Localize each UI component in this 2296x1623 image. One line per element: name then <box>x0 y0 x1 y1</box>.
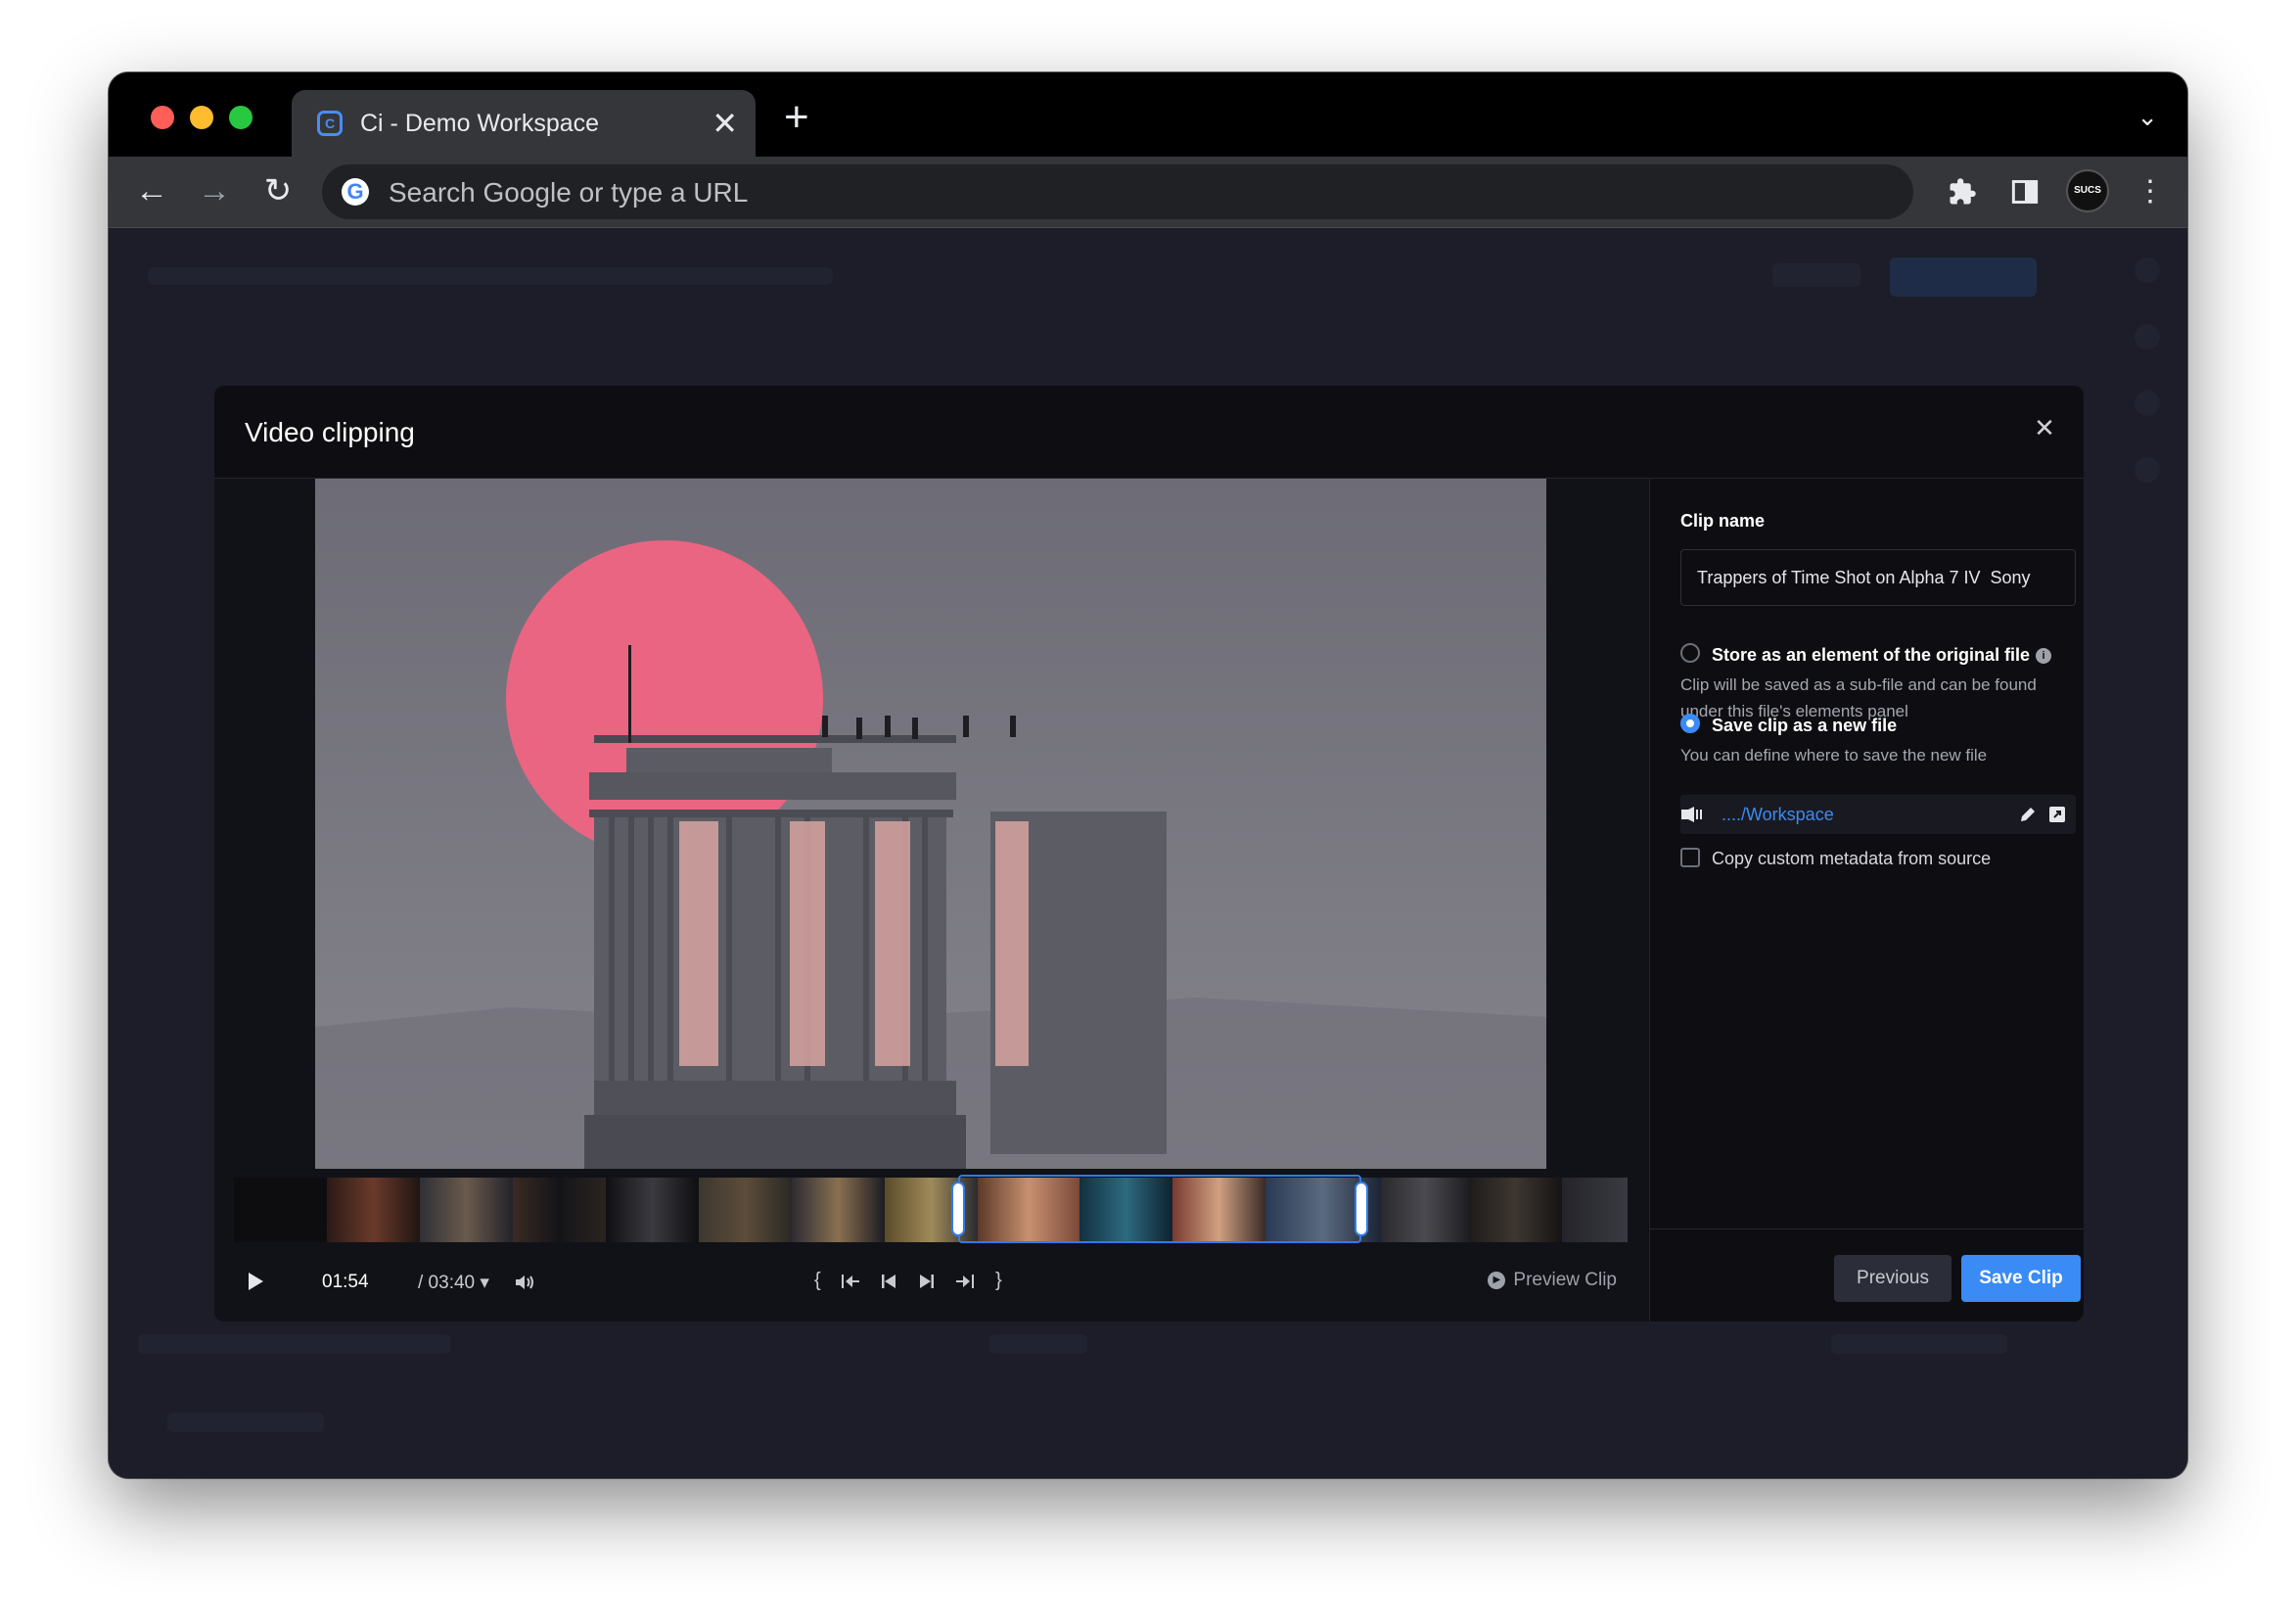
timeline-frame <box>513 1178 606 1242</box>
video-clipping-modal: Video clipping ✕ 01:54 / 03:40 ▾ {} ▶ P… <box>214 386 2084 1322</box>
save-as-new-file-radio[interactable] <box>1680 714 1700 733</box>
total-time: / 03:40 <box>418 1273 476 1293</box>
modal-header: Video clipping ✕ <box>214 386 2084 479</box>
google-logo-icon: G <box>342 178 369 206</box>
side-panel-icon[interactable] <box>2001 168 2048 215</box>
store-as-element-label: Store as an element of the original file <box>1712 645 2031 665</box>
clip-selection-range[interactable] <box>958 1175 1361 1243</box>
more-menu-icon[interactable]: ⋮ <box>2127 168 2174 215</box>
save-as-new-file-description: You can define where to save the new fil… <box>1680 746 1988 765</box>
maximize-window-button[interactable] <box>229 106 253 129</box>
browser-window: C Ci - Demo Workspace ✕ + ⌄ ← → ↻ G SUCS… <box>109 72 2187 1478</box>
tab-close-icon[interactable]: ✕ <box>712 104 738 143</box>
preview-clip-label: Preview Clip <box>1513 1270 1617 1290</box>
timeline-frame <box>327 1178 420 1242</box>
timeline-frame <box>234 1178 327 1242</box>
previous-frame-icon[interactable] <box>881 1273 896 1290</box>
url-input[interactable] <box>387 174 1859 211</box>
clip-name-label: Clip name <box>1680 511 1766 531</box>
copy-metadata-label: Copy custom metadata from source <box>1712 849 1992 868</box>
store-as-element-radio[interactable] <box>1680 643 1700 663</box>
address-bar[interactable]: G <box>322 164 1913 219</box>
tab-strip: C Ci - Demo Workspace ✕ + ⌄ <box>109 72 2187 157</box>
video-preview[interactable] <box>315 479 1546 1169</box>
timeline-frame <box>1562 1178 1628 1242</box>
browser-tab[interactable]: C Ci - Demo Workspace ✕ <box>292 90 756 157</box>
reload-icon[interactable]: ↻ <box>253 166 302 215</box>
go-to-in-point-icon[interactable] <box>841 1273 860 1290</box>
store-as-element-title: Store as an element of the original file… <box>1712 645 2052 666</box>
play-icon[interactable] <box>247 1272 264 1291</box>
timeline-frame <box>699 1178 792 1242</box>
preview-play-icon: ▶ <box>1488 1271 1506 1289</box>
next-frame-icon[interactable] <box>919 1273 935 1290</box>
go-to-out-point-icon[interactable] <box>955 1273 975 1290</box>
forward-arrow-icon[interactable]: → <box>190 166 239 215</box>
modal-footer: Previous Save Clip <box>1650 1229 2084 1322</box>
new-tab-icon[interactable]: + <box>784 96 809 139</box>
extensions-puzzle-icon[interactable] <box>1939 168 1986 215</box>
tab-title: Ci - Demo Workspace <box>360 110 600 137</box>
tab-search-chevron-icon[interactable]: ⌄ <box>2136 102 2158 132</box>
timeline-frame <box>420 1178 513 1242</box>
info-icon[interactable]: i <box>2036 648 2052 665</box>
timeline-frame <box>792 1178 885 1242</box>
timeline-frame <box>606 1178 699 1242</box>
clip-name-input[interactable] <box>1680 549 2076 606</box>
set-in-point-icon[interactable]: { <box>814 1270 821 1292</box>
clip-settings-panel: Clip name Store as an element of the ori… <box>1649 479 2084 1322</box>
pencil-icon[interactable] <box>2018 805 2038 824</box>
current-time: 01:54 <box>322 1272 369 1292</box>
ci-logo-icon: C <box>317 111 343 136</box>
modal-title: Video clipping <box>245 417 415 447</box>
clip-start-handle[interactable] <box>953 1183 963 1234</box>
profile-avatar[interactable]: SUCS <box>2066 169 2109 212</box>
player-controls: 01:54 / 03:40 ▾ { } ▶ Preview Clip <box>214 1252 1648 1311</box>
destination-path-link[interactable]: ..../Workspace <box>1722 805 1834 825</box>
timeline-frame <box>1469 1178 1562 1242</box>
destination-path-row: ..../Workspace <box>1680 795 2076 834</box>
timeline-filmstrip[interactable] <box>234 1178 1628 1242</box>
save-as-new-file-title: Save clip as a new file <box>1712 716 1898 735</box>
save-clip-button[interactable]: Save Clip <box>1961 1255 2081 1302</box>
back-arrow-icon[interactable]: ← <box>127 166 176 215</box>
timeline-frame <box>1381 1178 1469 1242</box>
video-player: 01:54 / 03:40 ▾ { } ▶ Preview Clip <box>214 479 1648 1322</box>
previous-button[interactable]: Previous <box>1834 1255 1952 1302</box>
workspace-icon <box>1681 807 1702 822</box>
preview-clip-button[interactable]: ▶ Preview Clip <box>1488 1270 1617 1291</box>
total-time-dropdown[interactable]: / 03:40 ▾ <box>418 1272 489 1294</box>
volume-icon[interactable] <box>515 1274 536 1291</box>
clip-end-handle[interactable] <box>1356 1183 1366 1234</box>
close-window-button[interactable] <box>151 106 174 129</box>
set-out-point-icon[interactable]: } <box>995 1270 1002 1292</box>
minimize-window-button[interactable] <box>190 106 213 129</box>
close-icon[interactable]: ✕ <box>2027 413 2062 443</box>
browser-toolbar: ← → ↻ G SUCS ⋮ <box>109 157 2187 228</box>
open-external-icon[interactable] <box>2048 806 2066 823</box>
copy-metadata-checkbox[interactable] <box>1680 848 1700 867</box>
